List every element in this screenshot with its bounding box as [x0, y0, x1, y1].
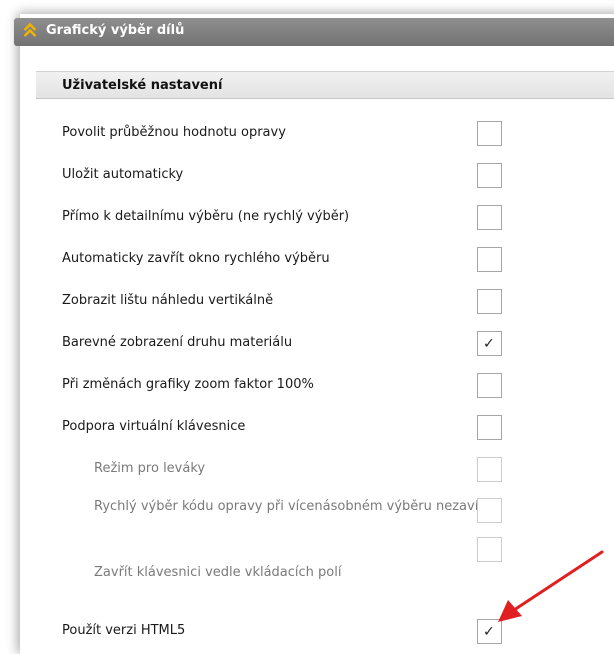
setting-checkbox-keep-quick-repair-code-open[interactable]	[477, 498, 502, 523]
setting-checkbox-zoom-factor-100[interactable]	[477, 373, 502, 398]
double-chevron-up-icon[interactable]	[23, 22, 37, 38]
setting-label-save-automatically: Uložit automaticky	[62, 167, 184, 182]
setting-checkbox-save-automatically[interactable]	[477, 163, 502, 188]
red-arrow-icon	[498, 550, 604, 622]
setting-label-keep-quick-repair-code-open: Rychlý výběr kódu opravy při vícenásobné…	[94, 499, 497, 514]
setting-label-running-repair-value: Povolit průběžnou hodnotu opravy	[62, 125, 286, 140]
section-title: Uživatelské nastavení	[62, 78, 223, 93]
setting-checkbox-auto-close-quick-select[interactable]	[477, 247, 502, 272]
setting-label-material-color-display: Barevné zobrazení druhu materiálu	[62, 335, 293, 350]
checkmark-icon: ✓	[483, 336, 495, 352]
setting-label-auto-close-quick-select: Automaticky zavřít okno rychlého výběru	[62, 251, 330, 266]
setting-checkbox-running-repair-value[interactable]	[477, 121, 502, 146]
setting-label-direct-detail-selection: Přímo k detailnímu výběru (ne rychlý výb…	[62, 209, 350, 224]
setting-label-left-handed-mode: Režim pro leváky	[94, 461, 206, 476]
setting-checkbox-vertical-preview-bar[interactable]	[477, 289, 502, 314]
setting-label-virtual-keyboard-support: Podpora virtuální klávesnice	[62, 419, 246, 434]
section-header: Uživatelské nastavení	[36, 71, 614, 99]
setting-label-zoom-factor-100: Při změnách grafiky zoom faktor 100%	[62, 377, 314, 392]
setting-checkbox-virtual-keyboard-support[interactable]	[477, 415, 502, 440]
title-bar[interactable]: Grafický výběr dílů	[14, 18, 614, 46]
setting-label-use-html5: Použít verzi HTML5	[62, 623, 186, 638]
setting-checkbox-direct-detail-selection[interactable]	[477, 205, 502, 230]
setting-checkbox-material-color-display[interactable]: ✓	[477, 331, 502, 356]
setting-label-close-keyboard-next-to-fields: Zavřít klávesnici vedle vkládacích polí	[94, 565, 342, 580]
setting-checkbox-left-handed-mode[interactable]	[477, 457, 502, 482]
setting-label-vertical-preview-bar: Zobrazit lištu náhledu vertikálně	[62, 293, 274, 308]
window-title: Grafický výběr dílů	[46, 23, 185, 38]
